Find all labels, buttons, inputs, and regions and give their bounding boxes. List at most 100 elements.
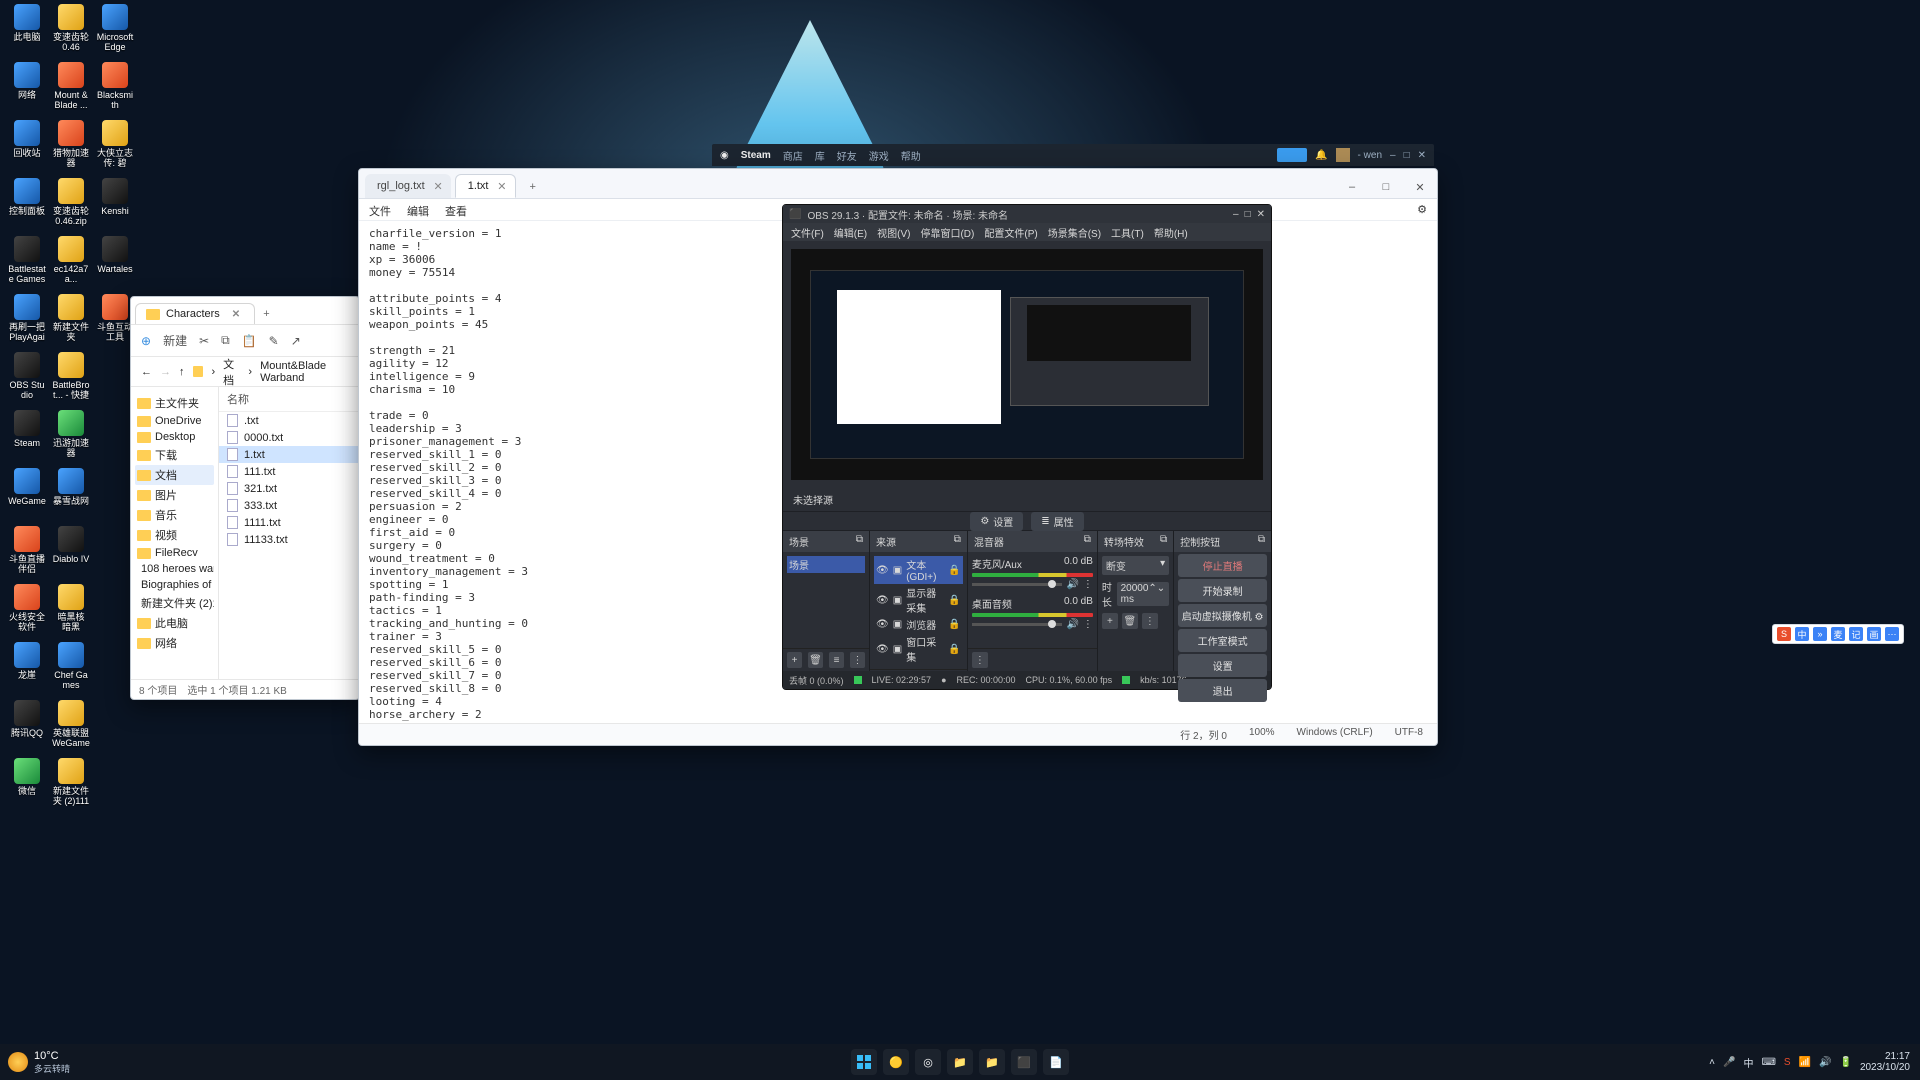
more-icon[interactable]: ⋮ bbox=[1142, 613, 1158, 629]
steam-menu-item[interactable]: 游戏 bbox=[869, 148, 889, 163]
filter-icon[interactable]: ≡ bbox=[829, 652, 844, 668]
steam-menu-item[interactable]: 好友 bbox=[837, 148, 857, 163]
steam-menu-item[interactable]: 帮助 bbox=[901, 148, 921, 163]
ime-item[interactable]: ⋯ bbox=[1885, 627, 1899, 641]
eye-icon[interactable]: 👁 bbox=[876, 644, 889, 655]
steam-username[interactable]: - wen bbox=[1358, 150, 1382, 161]
desktop-icon[interactable]: Mount & Blade ... bbox=[52, 62, 90, 116]
ime-toolbar[interactable]: S 中»麦记画⋯ bbox=[1772, 624, 1904, 644]
minimize-button[interactable]: – bbox=[1335, 176, 1369, 198]
add-icon[interactable]: + bbox=[1102, 613, 1118, 629]
transition-select[interactable]: 断变▾ bbox=[1102, 556, 1169, 575]
ime-item[interactable]: 麦 bbox=[1831, 627, 1845, 641]
new-tab-button[interactable]: + bbox=[255, 304, 277, 324]
close-icon[interactable]: ✕ bbox=[232, 309, 240, 320]
task-steam[interactable]: ◎ bbox=[915, 1049, 941, 1075]
sidebar-item[interactable]: 网络 bbox=[135, 633, 214, 653]
column-header-name[interactable]: 名称 bbox=[219, 387, 359, 412]
control-button[interactable]: 退出 bbox=[1178, 679, 1267, 702]
breadcrumb-docs[interactable]: 文档 bbox=[223, 356, 240, 388]
desktop-icon[interactable]: 英雄联盟WeGame版 bbox=[52, 700, 90, 754]
desktop-icon[interactable]: Chef Games bbox=[52, 642, 90, 696]
gear-icon[interactable]: ⚙ bbox=[1254, 612, 1263, 623]
desktop-icon[interactable]: 大侠立志传: 碧血... bbox=[96, 120, 134, 174]
desktop-icon[interactable]: 斗鱼直播伴侣 bbox=[8, 526, 46, 580]
desktop-icon[interactable]: 新建文件夹 (2)111 bbox=[52, 758, 90, 812]
file-row[interactable]: 333.txt bbox=[219, 497, 359, 514]
control-button[interactable]: 设置 bbox=[1178, 654, 1267, 677]
maximize-icon[interactable]: □ bbox=[1404, 150, 1410, 161]
control-button[interactable]: 启动虚拟摄像机 ⚙ bbox=[1178, 604, 1267, 627]
popout-icon[interactable]: ⧉ bbox=[954, 534, 961, 549]
task-obs[interactable]: ⬛ bbox=[1011, 1049, 1037, 1075]
more-icon[interactable]: ⋮ bbox=[850, 652, 865, 668]
tray-mic-icon[interactable]: 🎤 bbox=[1723, 1057, 1735, 1068]
tray-battery-icon[interactable]: 🔋 bbox=[1839, 1057, 1851, 1068]
task-notepad[interactable]: 📄 bbox=[1043, 1049, 1069, 1075]
eye-icon[interactable]: 👁 bbox=[876, 565, 889, 576]
steam-menu-item[interactable]: 库 bbox=[815, 148, 825, 163]
taskbar[interactable]: 10°C 多云转晴 🟡 ◎ 📁 📁 ⬛ 📄 ˄ 🎤 中 ⌨ S 📶 🔊 🔋 21… bbox=[0, 1044, 1920, 1080]
more-icon[interactable]: ⋮ bbox=[972, 652, 988, 668]
obs-preview[interactable] bbox=[791, 249, 1263, 480]
share-icon[interactable]: ↗ bbox=[291, 334, 301, 348]
explorer-tab-characters[interactable]: Characters ✕ bbox=[135, 303, 255, 324]
obs-titlebar[interactable]: ⬛ OBS 29.1.3 · 配置文件: 未命名 · 场景: 未命名 – □ ✕ bbox=[783, 205, 1271, 223]
sidebar-item[interactable]: 108 heroes warba bbox=[135, 561, 214, 577]
copy-icon[interactable]: ⧉ bbox=[221, 333, 230, 348]
obs-window[interactable]: ⬛ OBS 29.1.3 · 配置文件: 未命名 · 场景: 未命名 – □ ✕… bbox=[782, 204, 1272, 690]
sidebar-item[interactable]: OneDrive bbox=[135, 413, 214, 429]
desktop-icon[interactable]: Blacksmith bbox=[96, 62, 134, 116]
desktop-icon[interactable]: 暗黑核 暗黑 bbox=[52, 584, 90, 638]
file-row[interactable]: 1111.txt bbox=[219, 514, 359, 531]
new-button[interactable]: 新建 bbox=[163, 332, 187, 349]
remove-icon[interactable]: 🗑 bbox=[808, 652, 823, 668]
start-button[interactable] bbox=[851, 1049, 877, 1075]
remove-icon[interactable]: 🗑 bbox=[1122, 613, 1138, 629]
speaker-icon[interactable]: 🔊 bbox=[1066, 619, 1078, 630]
source-item[interactable]: 👁 ▣ 显示器采集 🔒 bbox=[874, 584, 963, 616]
sidebar-item[interactable]: 下载 bbox=[135, 445, 214, 465]
minimize-icon[interactable]: – bbox=[1233, 209, 1239, 220]
task-chrome[interactable]: 🟡 bbox=[883, 1049, 909, 1075]
desktop-icon[interactable]: Kenshi bbox=[96, 178, 134, 232]
obs-menu-item[interactable]: 编辑(E) bbox=[834, 225, 867, 239]
cut-icon[interactable]: ✂ bbox=[199, 334, 209, 348]
desktop-icon[interactable]: 此电脑 bbox=[8, 4, 46, 58]
obs-filters-button[interactable]: ≣ 属性 bbox=[1031, 512, 1083, 531]
steam-window-header[interactable]: ◉ Steam 商店 库 好友 游戏 帮助 🔔 - wen – □ ✕ bbox=[712, 144, 1434, 166]
desktop-icon[interactable]: 腾讯QQ bbox=[8, 700, 46, 754]
obs-menu-item[interactable]: 停靠窗口(D) bbox=[920, 225, 974, 239]
maximize-icon[interactable]: □ bbox=[1245, 209, 1251, 220]
sidebar-item[interactable]: Desktop bbox=[135, 429, 214, 445]
task-explorer2[interactable]: 📁 bbox=[979, 1049, 1005, 1075]
obs-menu-item[interactable]: 文件(F) bbox=[791, 225, 824, 239]
add-icon[interactable]: + bbox=[787, 652, 802, 668]
desktop-icon[interactable]: 微信 bbox=[8, 758, 46, 812]
desktop-icon[interactable]: Steam bbox=[8, 410, 46, 464]
desktop-icon[interactable]: 新建文件夹 bbox=[52, 294, 90, 348]
more-icon[interactable]: ⋮ bbox=[1083, 579, 1093, 590]
desktop-icon[interactable]: 火线安全软件 bbox=[8, 584, 46, 638]
task-explorer[interactable]: 📁 bbox=[947, 1049, 973, 1075]
desktop-icon[interactable]: 网络 bbox=[8, 62, 46, 116]
sidebar-item[interactable]: 文档 bbox=[135, 465, 214, 485]
sidebar-item[interactable]: 视频 bbox=[135, 525, 214, 545]
desktop-icon[interactable]: 变速齿轮 0.46.zip bbox=[52, 178, 90, 232]
ime-item[interactable]: 记 bbox=[1849, 627, 1863, 641]
lock-icon[interactable]: 🔒 bbox=[948, 644, 960, 655]
desktop-icon[interactable]: Microsoft Edge bbox=[96, 4, 134, 58]
desktop-icon[interactable]: BattleBrot... - 快捷方式 bbox=[52, 352, 90, 406]
avatar[interactable] bbox=[1336, 148, 1350, 162]
close-button[interactable]: ✕ bbox=[1403, 176, 1437, 198]
desktop-icon[interactable]: 暴雪战网 bbox=[52, 468, 90, 522]
obs-menu-item[interactable]: 工具(T) bbox=[1111, 225, 1144, 239]
source-item[interactable]: 👁 ▣ 浏览器 🔒 bbox=[874, 616, 963, 633]
file-row[interactable]: 1.txt bbox=[219, 446, 359, 463]
maximize-button[interactable]: □ bbox=[1369, 176, 1403, 198]
steam-menu-item[interactable]: 商店 bbox=[783, 148, 803, 163]
taskbar-clock[interactable]: 21:17 2023/10/20 bbox=[1860, 1051, 1910, 1073]
source-item[interactable]: 👁 ▣ 文本 (GDI+) 🔒 bbox=[874, 556, 963, 584]
tray-ime-zh-icon[interactable]: 中 bbox=[1743, 1055, 1753, 1070]
tray-ime-icon[interactable]: ⌨ bbox=[1761, 1057, 1775, 1068]
